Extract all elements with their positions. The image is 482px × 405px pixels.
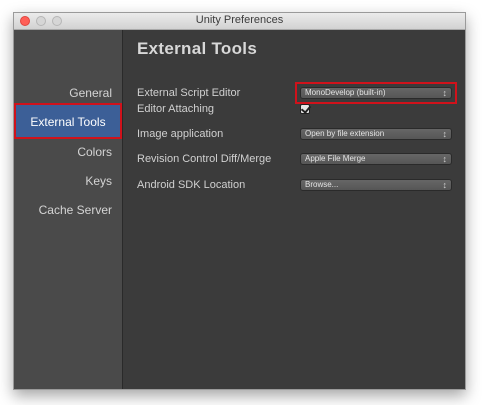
editor-attaching-label: Editor Attaching [137, 103, 215, 115]
updown-arrows-icon: ↕ [442, 129, 448, 139]
window-title: Unity Preferences [195, 14, 284, 26]
external-script-editor-value: MonoDevelop (built-in) [305, 88, 386, 97]
image-application-value: Open by file extension [305, 129, 385, 138]
sidebar-item-keys[interactable]: Keys [85, 174, 112, 188]
preferences-sidebar: General External Tools Colors Keys Cache… [14, 30, 123, 389]
updown-arrows-icon: ↕ [442, 154, 448, 164]
title-bar[interactable]: Unity Preferences [14, 13, 465, 30]
external-script-editor-label: External Script Editor [137, 87, 241, 99]
android-sdk-location-label: Android SDK Location [137, 179, 246, 191]
preferences-window: Unity Preferences General External Tools… [13, 12, 466, 390]
revision-control-value: Apple File Merge [305, 154, 366, 163]
external-script-editor-dropdown[interactable]: MonoDevelop (built-in) ↕ [300, 87, 452, 99]
sidebar-item-colors[interactable]: Colors [77, 145, 112, 159]
image-application-dropdown[interactable]: Open by file extension ↕ [300, 128, 452, 140]
editor-attaching-checkbox[interactable] [300, 103, 312, 114]
updown-arrows-icon: ↕ [442, 180, 448, 190]
image-application-label: Image application [137, 128, 224, 140]
revision-control-dropdown[interactable]: Apple File Merge ↕ [300, 153, 452, 165]
sidebar-item-general[interactable]: General [69, 86, 112, 100]
android-sdk-location-dropdown[interactable]: Browse... ↕ [300, 179, 452, 191]
updown-arrows-icon: ↕ [442, 88, 448, 98]
checkmark-icon [300, 103, 312, 114]
page-title: External Tools [137, 39, 258, 58]
sidebar-item-cache-server[interactable]: Cache Server [39, 203, 112, 217]
android-sdk-location-value: Browse... [305, 180, 339, 189]
sidebar-item-external-tools[interactable]: External Tools [14, 103, 122, 139]
preferences-content: External Tools External Script Editor Mo… [123, 30, 465, 389]
revision-control-label: Revision Control Diff/Merge [137, 153, 272, 165]
